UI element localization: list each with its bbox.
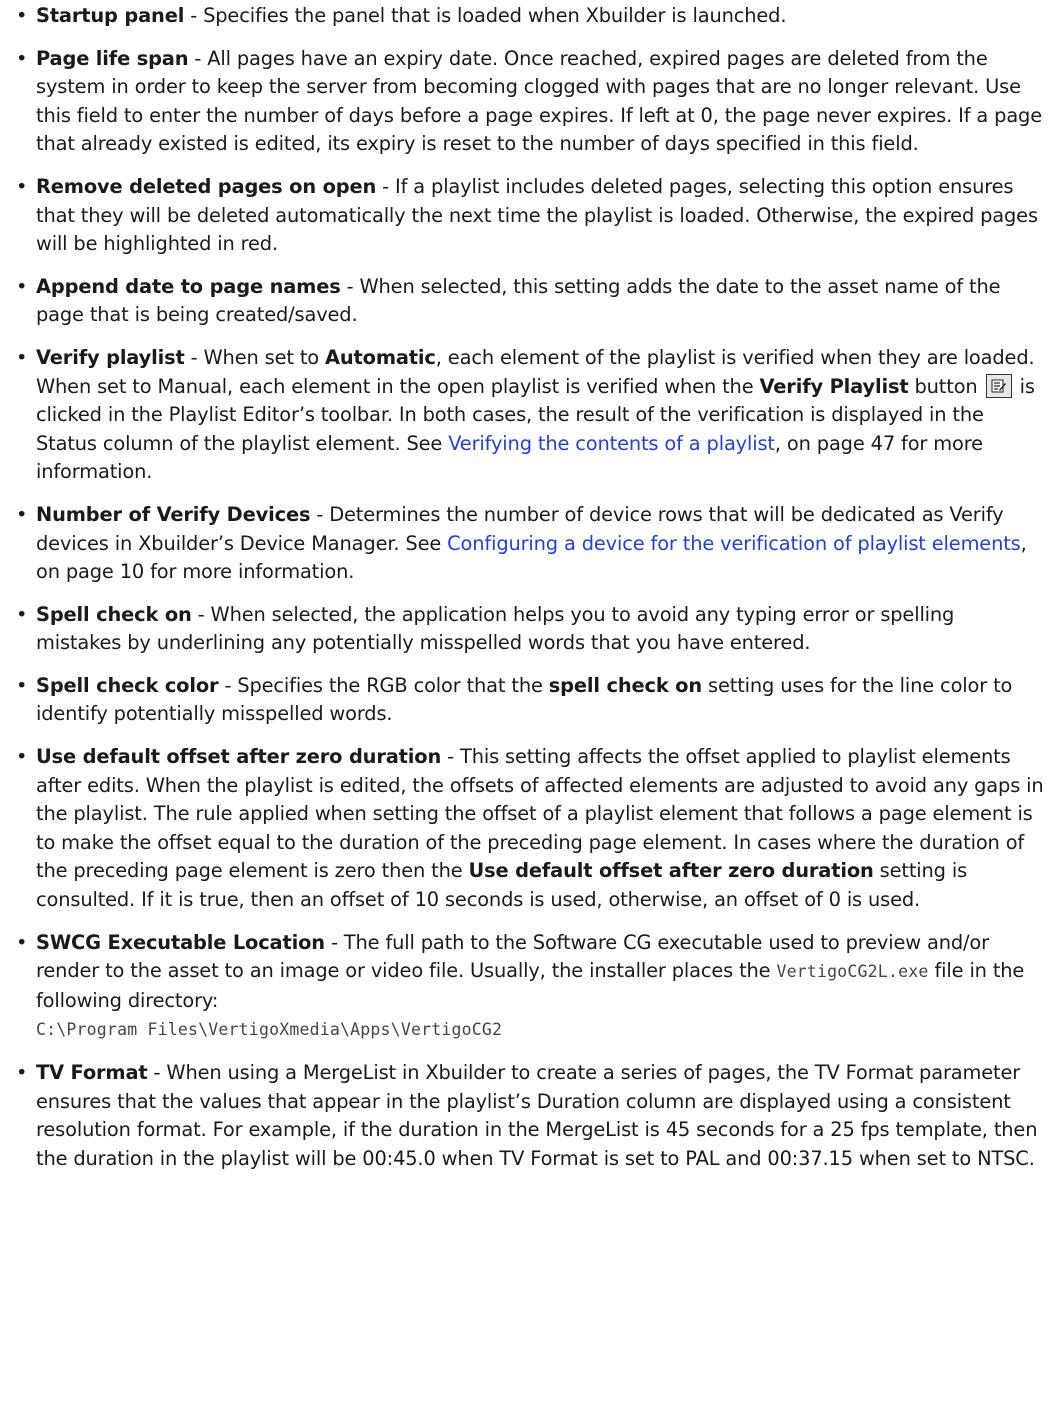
list-item-remove-deleted-pages: • Remove deleted pages on open - If a pl… bbox=[14, 173, 1044, 259]
desc-part: - When set to bbox=[184, 345, 326, 369]
term-default-offset: Use default offset after zero duration bbox=[36, 745, 442, 769]
bullet: • bbox=[16, 745, 28, 769]
term-number-verify-devices: Number of Verify Devices bbox=[36, 502, 311, 526]
term-remove-deleted-pages: Remove deleted pages on open bbox=[36, 174, 377, 198]
bold-automatic: Automatic bbox=[325, 345, 436, 369]
term-swcg-location: SWCG Executable Location bbox=[36, 930, 325, 954]
bullet: • bbox=[16, 930, 28, 954]
link-verifying-contents[interactable]: Verifying the contents of a playlist bbox=[448, 432, 775, 455]
bold-verify-playlist: Verify Playlist bbox=[759, 374, 909, 398]
list-item-default-offset: • Use default offset after zero duration… bbox=[14, 743, 1044, 915]
term-page-life-span: Page life span bbox=[36, 46, 189, 70]
bullet: • bbox=[16, 602, 28, 626]
bullet: • bbox=[16, 46, 28, 70]
bullet: • bbox=[16, 502, 28, 526]
list-item-tv-format: • TV Format - When using a MergeList in … bbox=[14, 1059, 1044, 1173]
list-item-startup-panel: • Startup panel - Specifies the panel th… bbox=[14, 2, 1044, 31]
verify-playlist-icon bbox=[985, 373, 1012, 398]
document-body: • Startup panel - Specifies the panel th… bbox=[14, 2, 1044, 1187]
list-item-number-verify-devices: • Number of Verify Devices - Determines … bbox=[14, 501, 1044, 587]
desc-startup-panel: - Specifies the panel that is loaded whe… bbox=[184, 4, 787, 27]
settings-list: • Startup panel - Specifies the panel th… bbox=[14, 2, 1044, 1173]
desc-part: button bbox=[908, 374, 984, 398]
term-spell-check-color: Spell check color bbox=[36, 673, 219, 697]
link-configuring-device[interactable]: Configuring a device for the verificatio… bbox=[447, 532, 1021, 555]
list-item-verify-playlist: • Verify playlist - When set to Automati… bbox=[14, 344, 1044, 487]
bullet: • bbox=[16, 673, 28, 697]
code-directory-path: C:\Program Files\VertigoXmedia\Apps\Vert… bbox=[36, 1020, 503, 1040]
list-item-page-life-span: • Page life span - All pages have an exp… bbox=[14, 45, 1044, 159]
bold-default-offset: Use default offset after zero duration bbox=[468, 859, 874, 883]
term-spell-check-on: Spell check on bbox=[36, 602, 192, 626]
list-item-spell-check-color: • Spell check color - Specifies the RGB … bbox=[14, 672, 1044, 729]
term-append-date: Append date to page names bbox=[36, 274, 341, 298]
list-item-spell-check-on: • Spell check on - When selected, the ap… bbox=[14, 601, 1044, 658]
bullet: • bbox=[16, 274, 28, 298]
code-exe-name: VertigoCG2L.exe bbox=[776, 962, 929, 982]
bullet: • bbox=[16, 1061, 28, 1084]
bullet: • bbox=[16, 345, 28, 369]
bullet: • bbox=[16, 4, 28, 27]
desc-part: - Specifies the RGB color that the bbox=[218, 673, 549, 697]
term-verify-playlist: Verify playlist bbox=[36, 345, 185, 369]
list-item-append-date: • Append date to page names - When selec… bbox=[14, 273, 1044, 330]
term-startup-panel: Startup panel bbox=[36, 4, 185, 27]
bold-spell-check-on: spell check on bbox=[548, 673, 702, 697]
desc-tv-format: - When using a MergeList in Xbuilder to … bbox=[36, 1061, 1038, 1170]
term-tv-format: TV Format bbox=[36, 1061, 148, 1084]
bullet: • bbox=[16, 174, 28, 198]
list-item-swcg-location: • SWCG Executable Location - The full pa… bbox=[14, 929, 1044, 1045]
